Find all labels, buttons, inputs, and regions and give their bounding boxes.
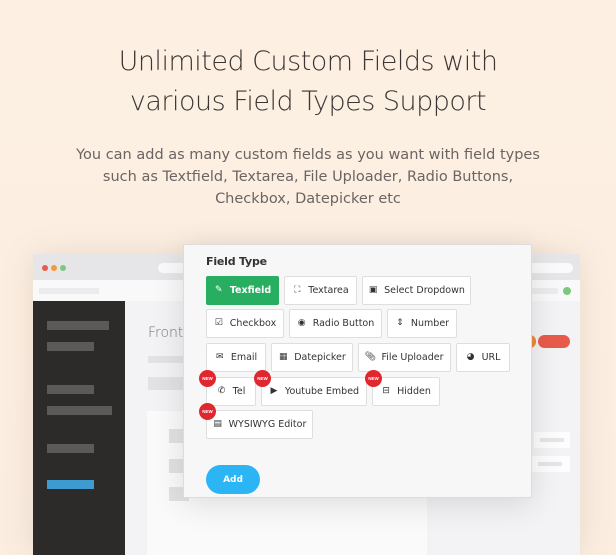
page-headline: Unlimited Custom Fields with various Fie… xyxy=(0,42,616,122)
window-close-dot xyxy=(42,265,48,271)
headline-line-1: Unlimited Custom Fields with xyxy=(118,46,498,77)
red-pill xyxy=(538,335,570,348)
add-field-button[interactable]: Add xyxy=(206,465,260,494)
button-label: Select Dropdown xyxy=(384,285,465,296)
sidebar-placeholder-item xyxy=(47,385,94,394)
field-type-select-dropdown-button[interactable]: ▣ Select Dropdown xyxy=(362,276,471,305)
sort-icon: ⇕ xyxy=(396,318,404,328)
new-badge: NEW xyxy=(199,370,216,387)
field-type-checkbox-button[interactable]: ☑ Checkbox xyxy=(206,309,284,338)
window-minimize-dot xyxy=(51,265,57,271)
sidebar-placeholder-item xyxy=(47,444,94,453)
button-label: URL xyxy=(481,352,501,363)
button-label: Email xyxy=(230,352,258,363)
sidebar-placeholder-item xyxy=(47,321,109,330)
page-description: You can add as many custom fields as you… xyxy=(76,147,540,207)
sidebar-placeholder-item xyxy=(47,406,112,415)
sidebar-placeholder-item xyxy=(47,342,94,351)
word-file-icon: ▤ xyxy=(213,419,222,429)
field-type-hidden-button[interactable]: NEW ⊟ Hidden xyxy=(365,370,440,406)
status-dot xyxy=(563,287,571,295)
edit-icon: ✎ xyxy=(215,285,223,295)
button-label: Tel xyxy=(232,386,246,397)
field-type-title: Field Type xyxy=(206,255,267,268)
paperclip-icon: 📎︎ xyxy=(364,352,377,362)
content-placeholder xyxy=(148,356,188,363)
field-type-file-uploader-button[interactable]: 📎︎ File Uploader xyxy=(358,343,451,372)
button-label: Datepicker xyxy=(294,352,346,363)
button-label: Checkbox xyxy=(229,318,277,329)
check-square-icon: ☑ xyxy=(214,318,223,328)
envelope-icon: ✉ xyxy=(216,352,224,362)
new-badge: NEW xyxy=(254,370,271,387)
field-type-textarea-button[interactable]: ⛶ Textarea xyxy=(284,276,357,305)
minus-square-icon: ⊟ xyxy=(382,386,390,396)
button-label: Radio Button xyxy=(312,318,375,329)
button-label: Textarea xyxy=(308,285,349,296)
headline-line-2: various Field Types Support xyxy=(129,86,487,117)
sidebar-active-item xyxy=(47,480,94,489)
globe-icon: ◕ xyxy=(466,352,475,362)
caret-square-down-icon: ▣ xyxy=(368,285,378,295)
phone-icon: ✆ xyxy=(217,386,226,396)
window-maximize-dot xyxy=(60,265,66,271)
right-placeholder-box xyxy=(532,456,570,472)
button-label: WYSIWYG Editor xyxy=(228,419,307,430)
field-type-youtube-embed-button[interactable]: NEW ▶ Youtube Embed xyxy=(254,370,367,406)
field-type-radio-button-button[interactable]: ◉ Radio Button xyxy=(289,309,382,338)
field-type-url-button[interactable]: ◕ URL xyxy=(456,343,510,372)
field-type-email-button[interactable]: ✉ Email xyxy=(206,343,266,372)
field-type-wysiwyg-editor-button[interactable]: NEW ▤ WYSIWYG Editor xyxy=(199,403,313,439)
field-type-texfield-button[interactable]: ✎ Texfield xyxy=(206,276,279,305)
field-type-tel-button[interactable]: NEW ✆ Tel xyxy=(199,370,256,406)
header-placeholder xyxy=(39,288,99,294)
youtube-icon: ▶ xyxy=(270,386,278,396)
button-label: Hidden xyxy=(397,386,431,397)
button-label: Texfield xyxy=(229,285,272,296)
button-label: Number xyxy=(410,318,450,329)
dot-circle-icon: ◉ xyxy=(297,318,306,328)
new-badge: NEW xyxy=(365,370,382,387)
calendar-icon: ▦ xyxy=(278,352,288,362)
field-type-panel: Field Type ✎ Texfield ⛶ Textarea ▣ Selec… xyxy=(183,244,532,498)
button-label: Youtube Embed xyxy=(284,386,360,397)
new-badge: NEW xyxy=(199,403,216,420)
content-placeholder xyxy=(148,377,188,390)
field-type-datepicker-button[interactable]: ▦ Datepicker xyxy=(271,343,353,372)
right-placeholder-box xyxy=(534,432,570,448)
button-label: File Uploader xyxy=(381,352,444,363)
mock-sidebar xyxy=(33,301,125,555)
expand-icon: ⛶ xyxy=(294,285,301,295)
field-type-number-button[interactable]: ⇕ Number xyxy=(387,309,457,338)
